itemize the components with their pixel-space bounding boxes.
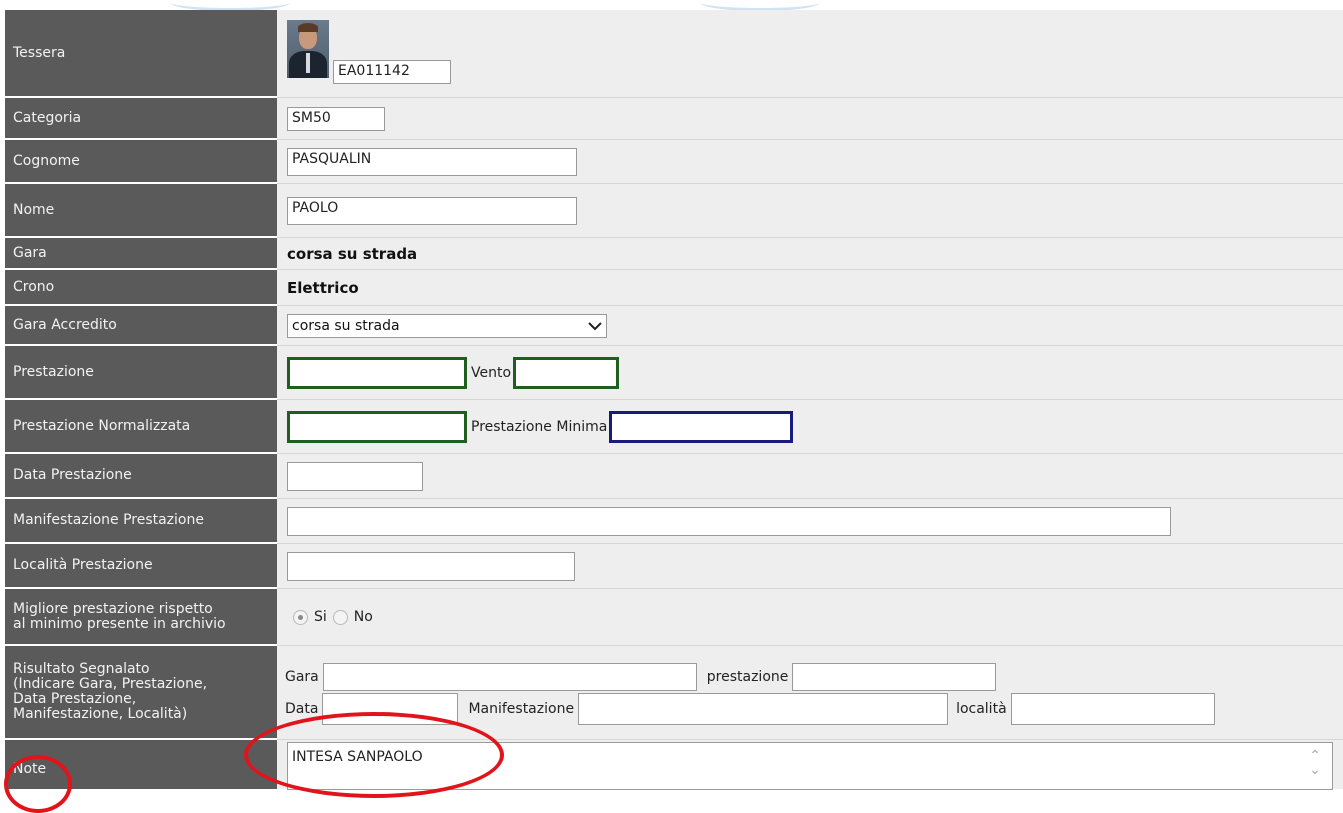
value-prestazione: Vento: [277, 346, 1343, 400]
top-edge: [0, 0, 1343, 11]
prestazione-normalizzata-input[interactable]: [287, 410, 467, 443]
note-scrollbar[interactable]: ⌃ ⌄: [1308, 749, 1322, 789]
label-crono: Crono: [5, 270, 277, 306]
value-data-prestazione: [277, 454, 1343, 499]
prestazione-minima-label: Prestazione Minima: [471, 418, 608, 435]
migliore-label-line1: Migliore prestazione rispetto: [13, 600, 213, 617]
value-manifestazione-prestazione: [277, 499, 1343, 544]
row-data-prestazione: Data Prestazione: [5, 454, 1343, 499]
risultato-line2: Data Manifestazione località: [285, 692, 1215, 725]
radio-si-label: Si: [314, 609, 327, 625]
row-prestazione: Prestazione Vento: [5, 346, 1343, 400]
value-note: INTESA SANPAOLO ⌃ ⌄: [277, 740, 1343, 790]
label-localita-prestazione: Località Prestazione: [5, 544, 277, 589]
gara-value-text: corsa su strada: [287, 244, 418, 263]
risultato-label-line3: Data Prestazione,: [13, 691, 137, 707]
crono-value-text: Elettrico: [287, 278, 359, 297]
row-prestazione-normalizzata: Prestazione Normalizzata Prestazione Min…: [5, 400, 1343, 454]
value-crono: Elettrico: [277, 270, 1343, 306]
label-nome: Nome: [5, 184, 277, 238]
row-categoria: Categoria SM50: [5, 98, 1343, 140]
cognome-input[interactable]: PASQUALIN: [287, 147, 577, 176]
scroll-up-icon[interactable]: ⌃: [1309, 749, 1321, 763]
value-prestazione-normalizzata: Prestazione Minima: [277, 400, 1343, 454]
prestazione-input[interactable]: [287, 356, 467, 389]
risultato-data-label: Data: [285, 700, 319, 717]
risultato-localita-input[interactable]: [1010, 692, 1215, 725]
risultato-data-input[interactable]: [322, 692, 459, 725]
gara-accredito-select[interactable]: corsa su strada: [287, 313, 607, 338]
migliore-label-line2: al minimo presente in archivio: [13, 615, 226, 632]
row-gara: Gara corsa su strada: [5, 238, 1343, 270]
value-gara-accredito: corsa su strada: [277, 306, 1343, 346]
tessera-input[interactable]: EA011142: [333, 60, 451, 84]
risultato-gara-label: Gara: [285, 668, 319, 685]
value-gara: corsa su strada: [277, 238, 1343, 270]
note-text: INTESA SANPAOLO: [292, 749, 423, 765]
label-gara-accredito: Gara Accredito: [5, 306, 277, 346]
row-gara-accredito: Gara Accredito corsa su strada: [5, 306, 1343, 346]
label-prestazione-normalizzata: Prestazione Normalizzata: [5, 400, 277, 454]
row-nome: Nome PAOLO: [5, 184, 1343, 238]
label-prestazione: Prestazione: [5, 346, 277, 400]
data-prestazione-input[interactable]: [287, 461, 423, 491]
radio-no-label: No: [353, 609, 373, 625]
manifestazione-prestazione-input[interactable]: [287, 506, 1171, 536]
risultato-label-line2: (Indicare Gara, Prestazione,: [13, 676, 208, 692]
scroll-down-icon[interactable]: ⌄: [1309, 763, 1321, 777]
nome-input[interactable]: PAOLO: [287, 196, 577, 225]
label-categoria: Categoria: [5, 98, 277, 140]
value-tessera: EA011142: [277, 10, 1343, 98]
row-localita-prestazione: Località Prestazione: [5, 544, 1343, 589]
row-manifestazione-prestazione: Manifestazione Prestazione: [5, 499, 1343, 544]
label-data-prestazione: Data Prestazione: [5, 454, 277, 499]
radio-no[interactable]: [332, 609, 348, 625]
value-localita-prestazione: [277, 544, 1343, 589]
risultato-prestazione-label: prestazione: [706, 668, 789, 685]
risultato-manifestazione-label: Manifestazione: [468, 700, 575, 717]
athlete-photo: [287, 20, 329, 78]
row-risultato-segnalato: Risultato Segnalato (Indicare Gara, Pres…: [5, 646, 1343, 740]
row-note: Note INTESA SANPAOLO ⌃ ⌄: [5, 740, 1343, 790]
risultato-label-line1: Risultato Segnalato: [13, 661, 150, 677]
value-nome: PAOLO: [277, 184, 1343, 238]
row-cognome: Cognome PASQUALIN: [5, 140, 1343, 184]
value-categoria: SM50: [277, 98, 1343, 140]
risultato-gara-input[interactable]: [322, 662, 697, 691]
value-risultato-segnalato: Gara prestazione Data Manifestazione loc…: [277, 646, 1343, 740]
risultato-localita-label: località: [956, 700, 1007, 717]
label-cognome: Cognome: [5, 140, 277, 184]
note-textarea[interactable]: INTESA SANPAOLO ⌃ ⌄: [287, 742, 1333, 790]
risultato-label-line4: Manifestazione, Località): [13, 706, 188, 722]
value-migliore-prestazione: Si No: [277, 589, 1343, 646]
gara-accredito-selected: corsa su strada: [292, 317, 400, 334]
label-note: Note: [5, 740, 277, 789]
risultato-manifestazione-input[interactable]: [578, 692, 949, 725]
label-gara: Gara: [5, 238, 277, 270]
row-tessera: Tessera EA011142: [5, 10, 1343, 98]
risultato-line1: Gara prestazione: [285, 661, 997, 693]
risultato-prestazione-input[interactable]: [792, 662, 997, 691]
label-tessera: Tessera: [5, 10, 277, 98]
label-migliore-prestazione: Migliore prestazione rispetto al minimo …: [5, 589, 277, 646]
vento-label: Vento: [471, 364, 512, 381]
categoria-input[interactable]: SM50: [287, 106, 385, 131]
localita-prestazione-input[interactable]: [287, 551, 575, 581]
row-crono: Crono Elettrico: [5, 270, 1343, 306]
chevron-down-icon: [588, 321, 602, 330]
radio-si[interactable]: [293, 609, 308, 625]
label-risultato-segnalato: Risultato Segnalato (Indicare Gara, Pres…: [5, 646, 277, 740]
label-manifestazione-prestazione: Manifestazione Prestazione: [5, 499, 277, 544]
row-migliore-prestazione: Migliore prestazione rispetto al minimo …: [5, 589, 1343, 646]
value-cognome: PASQUALIN: [277, 140, 1343, 184]
prestazione-minima-input[interactable]: [609, 410, 794, 443]
vento-input[interactable]: [513, 356, 620, 389]
